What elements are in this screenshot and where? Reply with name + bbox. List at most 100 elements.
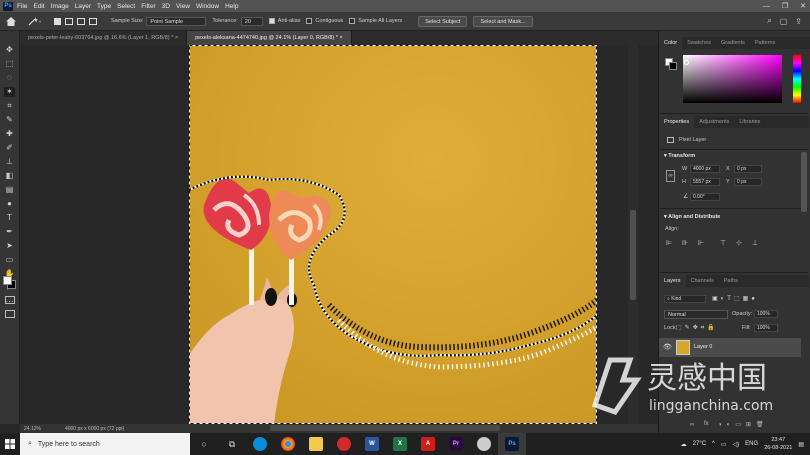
menu-filter[interactable]: Filter: [141, 3, 155, 10]
menu-select[interactable]: Select: [117, 3, 135, 10]
menu-file[interactable]: File: [17, 3, 27, 10]
panel-background-swatch[interactable]: [669, 62, 677, 70]
media-player-icon[interactable]: [330, 433, 358, 455]
align-left-icon[interactable]: ⊫: [666, 240, 673, 247]
fill-input[interactable]: 100%: [754, 324, 778, 332]
x-input[interactable]: 0 px: [734, 165, 762, 173]
link-dimensions-icon[interactable]: ∞: [666, 170, 675, 182]
edge-icon[interactable]: [246, 433, 274, 455]
menu-help[interactable]: Help: [225, 3, 238, 10]
foreground-color-swatch[interactable]: [3, 276, 12, 285]
move-tool-icon[interactable]: ✥: [4, 45, 15, 55]
gradient-tool-icon[interactable]: ▤: [4, 185, 15, 195]
color-picker-field[interactable]: [683, 55, 782, 103]
align-vertical-center-icon[interactable]: ⊹: [736, 240, 743, 247]
select-and-mask-button[interactable]: Select and Mask...: [473, 15, 533, 27]
network-icon[interactable]: ▭: [721, 441, 727, 448]
healing-brush-tool-icon[interactable]: ✚: [4, 129, 15, 139]
height-input[interactable]: 5557 px: [690, 178, 720, 186]
align-horizontal-center-icon[interactable]: ⊪: [682, 240, 689, 247]
share-icon[interactable]: ⇪: [795, 17, 802, 26]
intersect-selection-icon[interactable]: [89, 17, 97, 25]
subtract-selection-icon[interactable]: [77, 17, 85, 25]
horizontal-scroll-thumb[interactable]: [270, 425, 500, 431]
color-picker-cursor[interactable]: [684, 60, 689, 65]
menu-3d[interactable]: 3D: [162, 3, 170, 10]
clock[interactable]: 23:47 26-08-2021: [764, 436, 792, 452]
type-tool-icon[interactable]: T: [4, 213, 15, 223]
align-section-label[interactable]: ▾ Align and Distribute: [664, 214, 720, 220]
steam-icon[interactable]: [470, 433, 498, 455]
close-button[interactable]: ✕: [800, 2, 806, 10]
link-layers-icon[interactable]: ∞: [690, 422, 694, 428]
menu-edit[interactable]: Edit: [33, 3, 44, 10]
fx-button[interactable]: fx: [704, 421, 709, 427]
zoom-level[interactable]: 24.12%: [24, 426, 41, 432]
tab-channels[interactable]: Channels: [686, 275, 719, 287]
layer-filter-icons[interactable]: ▣◐T⬚▦●: [712, 295, 758, 302]
tab-adjustments[interactable]: Adjustments: [694, 116, 734, 128]
anti-alias-checkbox[interactable]: [268, 18, 275, 24]
language-indicator[interactable]: ENG: [745, 441, 758, 447]
angle-input[interactable]: 0.00°: [690, 193, 720, 201]
excel-icon[interactable]: X: [386, 433, 414, 455]
tab-close-icon[interactable]: ×: [339, 35, 342, 41]
vertical-scroll-thumb[interactable]: [630, 210, 636, 300]
tab-paths[interactable]: Paths: [719, 275, 743, 287]
select-subject-button[interactable]: Select Subject: [418, 15, 468, 27]
new-selection-icon[interactable]: [54, 17, 61, 25]
document-info[interactable]: 4000 px x 6000 px (72 ppi): [65, 426, 124, 432]
photoshop-taskbar-icon[interactable]: Ps: [498, 433, 526, 455]
layer-filter-kind[interactable]: ⌕ Kind: [664, 295, 706, 303]
align-bottom-icon[interactable]: ⊥: [752, 240, 759, 247]
tab-swatches[interactable]: Swatches: [682, 37, 716, 49]
contiguous-checkbox[interactable]: [306, 18, 313, 24]
magic-wand-tool-icon[interactable]: ✶: [4, 87, 15, 97]
align-top-icon[interactable]: ⊤: [720, 240, 727, 247]
cortana-icon[interactable]: ○: [190, 433, 218, 455]
marquee-tool-icon[interactable]: ⬚: [4, 59, 15, 69]
width-input[interactable]: 4000 px: [690, 165, 720, 173]
volume-icon[interactable]: ◁): [733, 441, 740, 448]
layer-footer-icons[interactable]: ◑◐▭⊞🗑: [718, 421, 769, 428]
menu-image[interactable]: Image: [51, 3, 69, 10]
menu-window[interactable]: Window: [196, 3, 219, 10]
hue-slider[interactable]: [793, 55, 801, 103]
rectangle-tool-icon[interactable]: ▭: [4, 255, 15, 265]
eraser-tool-icon[interactable]: ◧: [4, 171, 15, 181]
transform-section-label[interactable]: ▾ Transform: [664, 153, 695, 159]
weather-icon[interactable]: ☁: [681, 441, 687, 448]
tab-color[interactable]: Color: [659, 37, 683, 49]
brush-tool-icon[interactable]: ✐: [4, 143, 15, 153]
magic-wand-preset-icon[interactable]: [28, 16, 42, 26]
y-input[interactable]: 0 px: [734, 178, 762, 186]
path-selection-tool-icon[interactable]: ➤: [4, 241, 15, 251]
task-view-icon[interactable]: ⧉: [218, 433, 246, 455]
quick-mask-icon[interactable]: [5, 296, 15, 304]
clone-stamp-tool-icon[interactable]: ⊥: [4, 157, 15, 167]
sample-all-layers-checkbox[interactable]: [349, 18, 356, 24]
file-explorer-icon[interactable]: [302, 433, 330, 455]
pen-tool-icon[interactable]: ✒: [4, 227, 15, 237]
screen-mode-icon[interactable]: [5, 310, 15, 318]
tolerance-input[interactable]: 20: [240, 16, 263, 26]
tab-patterns[interactable]: Patterns: [750, 37, 780, 49]
workspace-icon[interactable]: ▢: [780, 17, 788, 26]
tab-document-2[interactable]: pexels-aleksana-4474740.jpg @ 24.1% (Lay…: [187, 31, 352, 45]
search-icon[interactable]: ⌕: [767, 16, 771, 26]
home-icon[interactable]: [6, 16, 16, 26]
tab-document-1[interactable]: pexels-peter-leahy-603764.jpg @ 16.6% (L…: [20, 31, 188, 45]
tab-libraries[interactable]: Libraries: [734, 116, 765, 128]
tray-chevron-icon[interactable]: ^: [712, 441, 715, 447]
photoshop-logo-icon[interactable]: Ps: [3, 1, 13, 11]
properties-scrollbar[interactable]: [801, 152, 807, 212]
restore-button[interactable]: ❐: [782, 2, 788, 10]
temperature[interactable]: 27°C: [693, 441, 706, 447]
opacity-input[interactable]: 100%: [754, 310, 778, 318]
align-right-icon[interactable]: ⊩: [698, 240, 705, 247]
tab-gradients[interactable]: Gradients: [716, 37, 750, 49]
minimize-button[interactable]: —: [763, 3, 770, 10]
notifications-icon[interactable]: ▤: [798, 441, 804, 448]
menu-type[interactable]: Type: [97, 3, 111, 10]
taskbar-search-input[interactable]: ⌕ Type here to search: [20, 433, 190, 455]
